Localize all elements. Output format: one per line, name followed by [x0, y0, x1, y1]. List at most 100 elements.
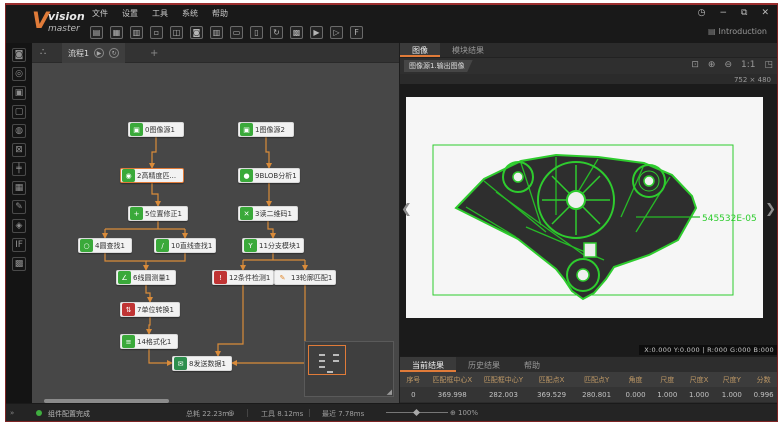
image-resolution: 752 × 480 — [734, 76, 771, 84]
results-table: 序号匹配框中心X匹配框中心Y匹配点X匹配点Y角度尺度尺度X尺度Y分数 0369.… — [400, 372, 778, 402]
canvas-zoom-slider[interactable] — [386, 412, 448, 413]
export-icon[interactable]: ▫ — [150, 26, 163, 39]
flow-node[interactable]: ▣1图像源2 — [238, 122, 294, 137]
column-view-icon[interactable]: ▥ — [210, 26, 223, 39]
open-icon[interactable]: ▦ — [110, 26, 123, 39]
flow-pane: ∴ 流程1 ▶ ↻ + — [32, 43, 399, 406]
table-cell: 282.003 — [478, 387, 529, 402]
collapse-icon[interactable]: » — [10, 409, 14, 417]
menu-item-系统[interactable]: 系统 — [182, 8, 198, 21]
format-f-icon[interactable]: F — [350, 26, 363, 39]
camera-tool-icon[interactable]: ◙ — [12, 48, 26, 62]
logic-if-tool-icon[interactable]: IF — [12, 238, 26, 252]
ruler-icon[interactable]: ▭ — [230, 26, 243, 39]
results-tab-bar: 当前结果历史结果帮助 — [400, 356, 778, 372]
measure-tool-icon[interactable]: ╪ — [12, 162, 26, 176]
results-panel: 当前结果历史结果帮助 序号匹配框中心X匹配框中心Y匹配点X匹配点Y角度尺度尺度X… — [400, 356, 778, 406]
layers-icon[interactable]: ▯ — [250, 26, 263, 39]
node-label: 5位置修正1 — [145, 209, 185, 219]
camera-icon[interactable]: ◙ — [190, 26, 203, 39]
save-as-icon[interactable]: ▥ — [130, 26, 143, 39]
table-cell: 1.000 — [715, 387, 748, 402]
image-source-dropdown[interactable]: 图像源1.输出图像 — [404, 60, 473, 72]
tab-历史结果[interactable]: 历史结果 — [456, 357, 512, 372]
flow-node[interactable]: ○4圆查找1 — [78, 238, 132, 253]
tab-图像[interactable]: 图像 — [400, 43, 440, 57]
flow-connector — [266, 137, 269, 168]
recent-time: 最近 7.78ms — [322, 409, 364, 419]
menu-item-文件[interactable]: 文件 — [92, 8, 108, 21]
node-label: 0图像源1 — [145, 125, 178, 135]
run-flow-icon[interactable]: ▶ — [94, 48, 104, 58]
calibration-tool-icon[interactable]: ◈ — [12, 219, 26, 233]
flow-node[interactable]: ✎13轮廓匹配1 — [274, 270, 336, 285]
table-row[interactable]: 0369.998282.003369.529280.8010.0001.0001… — [400, 387, 778, 402]
matrix-icon[interactable]: ▩ — [290, 26, 303, 39]
run-icon[interactable]: ▶ — [310, 26, 323, 39]
flow-node[interactable]: ▣0图像源1 — [128, 122, 184, 137]
image-viewer[interactable]: 545532E-05 ❮ ❯ X:0.000 Y:0.000 | R:000 G… — [400, 84, 778, 356]
prev-image-arrow[interactable]: ❮ — [401, 202, 412, 217]
viewer-tools: ⊡ ⊕ ⊖ 1:1 ◳ — [691, 60, 773, 70]
expand-icon[interactable]: ◳ — [764, 60, 773, 70]
flow-node[interactable]: ◉2高精度匹... — [120, 168, 184, 183]
close-icon[interactable]: ✕ — [761, 8, 769, 18]
viewer-tab-bar: 图像模块结果 — [400, 43, 778, 58]
flow-canvas[interactable]: ◢ ▣0图像源1▣1图像源2◉2高精度匹...●9BLOB分析1+5位置修正1✕… — [32, 64, 399, 405]
loop-run-icon[interactable]: ↻ — [109, 48, 119, 58]
flow-node[interactable]: +5位置修正1 — [128, 206, 188, 221]
menu-item-帮助[interactable]: 帮助 — [212, 8, 228, 21]
minimap[interactable]: ◢ — [304, 341, 394, 397]
color-tool-icon[interactable]: ◍ — [12, 124, 26, 138]
flow-node[interactable]: Y11分支模块1 — [242, 238, 304, 253]
flow-node[interactable]: ⇅7单位转换1 — [120, 302, 180, 317]
restore-icon[interactable]: ⧉ — [741, 8, 747, 18]
introduction-link[interactable]: ▤Introduction — [708, 27, 767, 36]
menu-item-设置[interactable]: 设置 — [122, 8, 138, 21]
app-window: V vision master 文件设置工具系统帮助 ▤▦▥▫◫◙▥▭▯↻▩▶▷… — [5, 3, 778, 422]
flow-tab[interactable]: 流程1 ▶ ↻ — [62, 43, 125, 63]
tab-模块结果[interactable]: 模块结果 — [440, 43, 496, 57]
flow-node[interactable]: ✕3读二维码1 — [238, 206, 298, 221]
crop-tool-icon[interactable]: ▢ — [12, 105, 26, 119]
flow-node[interactable]: /10直线查找1 — [154, 238, 216, 253]
flow-node[interactable]: !12条件检测1 — [212, 270, 274, 285]
node-icon: ∠ — [118, 271, 131, 284]
tab-帮助[interactable]: 帮助 — [512, 357, 552, 372]
sync-icon[interactable]: ↻ — [270, 26, 283, 39]
inspected-image: 545532E-05 — [406, 97, 763, 318]
run-once-icon[interactable]: ▷ — [330, 26, 343, 39]
target-tool-icon[interactable]: ◎ — [12, 67, 26, 81]
node-label: 7单位转换1 — [137, 305, 177, 315]
zoom-in-icon[interactable]: ⊕ — [708, 60, 716, 70]
save-icon[interactable]: ▤ — [90, 26, 103, 39]
one-to-one-icon[interactable]: 1:1 — [741, 60, 755, 70]
tab-当前结果[interactable]: 当前结果 — [400, 357, 456, 372]
zoom-slider-knob[interactable] — [413, 409, 420, 416]
license-time-icon[interactable]: ◷ — [698, 8, 706, 18]
minimap-viewport[interactable] — [308, 345, 346, 375]
image-tool-icon[interactable]: ▣ — [12, 86, 26, 100]
morphology-tool-icon[interactable]: ⊠ — [12, 143, 26, 157]
hierarchy-icon[interactable]: ∴ — [40, 47, 46, 58]
node-icon: ▣ — [240, 123, 253, 136]
menu-item-工具[interactable]: 工具 — [152, 8, 168, 21]
script-tool-icon[interactable]: ▩ — [12, 257, 26, 271]
flow-node[interactable]: ✉8发送数据1 — [172, 356, 232, 371]
draw-tool-icon[interactable]: ✎ — [12, 200, 26, 214]
node-icon: Y — [244, 239, 257, 252]
flow-node[interactable]: ●9BLOB分析1 — [238, 168, 300, 183]
flow-connector — [149, 349, 172, 363]
minimize-icon[interactable]: − — [719, 8, 727, 18]
right-pane: 图像模块结果 图像源1.输出图像 ⊡ ⊕ ⊖ 1:1 ◳ 752 × 480 — [399, 43, 778, 406]
histogram-tool-icon[interactable]: ▦ — [12, 181, 26, 195]
flow-node[interactable]: ∠6线圆测量1 — [116, 270, 176, 285]
flow-node[interactable]: ≡14格式化1 — [120, 334, 178, 349]
minimap-resize-handle[interactable]: ◢ — [387, 388, 392, 396]
node-icon: ≡ — [122, 335, 135, 348]
add-flow-tab-button[interactable]: + — [150, 48, 158, 59]
window-layout-icon[interactable]: ◫ — [170, 26, 183, 39]
next-image-arrow[interactable]: ❯ — [765, 202, 776, 217]
fit-view-icon[interactable]: ⊡ — [691, 60, 699, 70]
zoom-out-icon[interactable]: ⊖ — [724, 60, 732, 70]
